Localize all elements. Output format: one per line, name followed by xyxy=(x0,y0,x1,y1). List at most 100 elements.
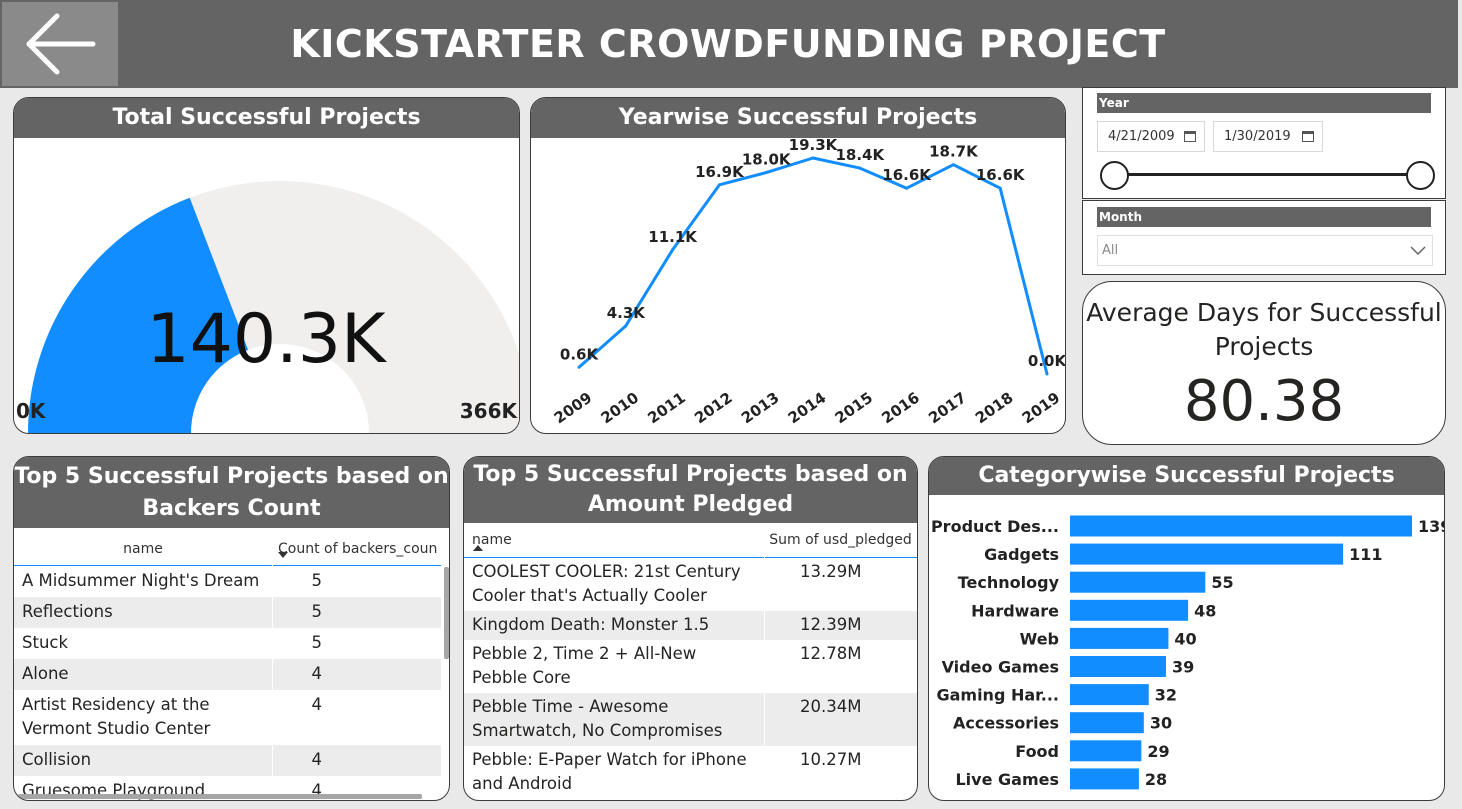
backers-table: name Count of backers_coun A Midsummer N… xyxy=(14,528,441,800)
cell-name: Kingdom Death: Monster 1.5 xyxy=(472,614,710,634)
year-slicer[interactable]: Year 4/21/2009 1/30/2019 xyxy=(1082,87,1446,199)
cell-count: 5 xyxy=(311,570,323,590)
column-header-amount[interactable]: Sum of usd_pledged xyxy=(764,523,917,557)
cell-name: Reflections xyxy=(22,601,113,621)
data-label: 16.9K xyxy=(695,163,745,181)
cell-amount: 12.39M xyxy=(800,614,862,634)
card-title: Top 5 Successful Projects based on Amoun… xyxy=(464,457,917,523)
month-slicer: Month All xyxy=(1082,200,1446,275)
cell-amount: 20.34M xyxy=(800,696,862,716)
x-tick-label: 2015 xyxy=(832,389,877,428)
column-header-name[interactable]: name xyxy=(464,523,764,557)
cell-name: Pebble 2, Time 2 + All-New Pebble Core xyxy=(472,643,697,687)
cell-name: Alone xyxy=(22,663,69,683)
x-tick-label: 2011 xyxy=(644,389,689,428)
line-point xyxy=(717,183,721,187)
top-backers-card: Top 5 Successful Projects based on Backe… xyxy=(13,456,450,801)
line-point xyxy=(764,171,768,175)
x-tick-label: 2010 xyxy=(598,389,643,428)
avg-days-card: Average Days for Successful Projects 80.… xyxy=(1082,281,1446,445)
slicer-header: Year xyxy=(1097,93,1431,113)
calendar-icon[interactable] xyxy=(1184,131,1196,142)
table-row[interactable]: Pebble Time - Awesome Smartwatch, No Com… xyxy=(464,692,917,746)
back-button[interactable] xyxy=(2,2,118,86)
table-row[interactable]: Artist Residency at the Vermont Studio C… xyxy=(14,689,441,745)
data-label: 29 xyxy=(1147,742,1169,761)
bar xyxy=(1070,543,1344,565)
data-label: 40 xyxy=(1174,629,1196,648)
data-label: 0.6K xyxy=(560,345,600,363)
start-date-input[interactable]: 4/21/2009 xyxy=(1097,121,1205,152)
data-label: 18.0K xyxy=(742,151,792,169)
line-point xyxy=(671,248,675,252)
x-tick-label: 2016 xyxy=(878,389,923,428)
total-projects-card: Total Successful Projects 140.3K 0K 366K xyxy=(13,97,520,434)
x-tick-label: 2009 xyxy=(551,389,596,428)
table-row[interactable]: Collision 4 xyxy=(14,744,441,776)
kpi-value: 80.38 xyxy=(1183,369,1345,434)
table-row[interactable]: Alone 4 xyxy=(14,658,441,690)
bar xyxy=(1070,571,1206,593)
bar xyxy=(1070,656,1166,677)
vertical-scrollbar[interactable] xyxy=(444,567,449,659)
table-row[interactable]: Reflections 5 xyxy=(14,596,441,628)
card-title: Categorywise Successful Projects xyxy=(929,457,1444,495)
column-header-name[interactable]: name xyxy=(14,528,272,565)
table-row[interactable]: Kingdom Death: Monster 1.5 12.39M xyxy=(464,610,917,640)
gauge-max-label: 366K xyxy=(460,399,519,423)
month-dropdown[interactable]: All xyxy=(1097,235,1433,266)
data-label: 16.6K xyxy=(976,166,1026,184)
cell-name: Stuck xyxy=(22,632,69,652)
sort-asc-icon xyxy=(473,545,483,551)
horizontal-scrollbar[interactable] xyxy=(18,794,422,799)
column-header-count[interactable]: Count of backers_coun xyxy=(272,528,441,565)
gauge-chart: 140.3K 0K 366K xyxy=(16,181,519,433)
category-label: Food xyxy=(1015,742,1059,761)
bar-chart: Product Des... 139 Gadgets 111 Technology 55 H… xyxy=(931,515,1444,790)
yearwise-projects-card: Yearwise Successful Projects 0.6K 2009 4.3… xyxy=(530,97,1066,434)
data-label: 32 xyxy=(1155,686,1177,705)
cell-name: Collision xyxy=(22,749,92,769)
category-label: Gaming Har... xyxy=(936,686,1059,705)
category-label: Gadgets xyxy=(984,545,1059,564)
cell-count: 5 xyxy=(311,601,323,621)
cell-name: Pebble: E-Paper Watch for iPhone and And… xyxy=(472,749,747,793)
range-start-handle[interactable] xyxy=(1100,161,1129,190)
range-end-handle[interactable] xyxy=(1406,161,1435,190)
category-label: Hardware xyxy=(971,601,1059,620)
calendar-icon[interactable] xyxy=(1302,131,1314,142)
cell-count: 4 xyxy=(311,749,323,769)
cell-count: 4 xyxy=(311,663,323,683)
category-label: Product Des... xyxy=(931,517,1059,536)
data-label: 18.4K xyxy=(835,146,885,164)
table-row[interactable]: Pebble 2, Time 2 + All-New Pebble Core 12… xyxy=(464,639,917,693)
page-title: KICKSTARTER CROWDFUNDING PROJECT xyxy=(290,22,1166,66)
bar xyxy=(1070,627,1169,649)
cell-amount: 10.27M xyxy=(800,749,862,769)
data-label: 19.3K xyxy=(789,138,839,154)
bar xyxy=(1070,599,1189,621)
kpi-label: Average Days for Successful Projects xyxy=(1086,298,1442,361)
line-point xyxy=(951,163,955,167)
end-date-input[interactable]: 1/30/2019 xyxy=(1213,121,1323,152)
table-row[interactable]: Pebble: E-Paper Watch for iPhone and And… xyxy=(464,745,917,799)
x-tick-label: 2017 xyxy=(925,389,970,428)
table-row[interactable]: COOLEST COOLER: 21st Century Cooler that… xyxy=(464,557,917,611)
table-row[interactable]: Stuck 5 xyxy=(14,627,441,659)
cell-name: Pebble Time - Awesome Smartwatch, No Com… xyxy=(472,696,723,740)
cell-amount: 12.78M xyxy=(800,643,862,663)
cell-count: 5 xyxy=(311,632,323,652)
line-point xyxy=(1045,372,1049,376)
data-label: 0.0K xyxy=(1028,352,1065,370)
data-label: 139 xyxy=(1418,517,1444,536)
x-tick-label: 2019 xyxy=(1019,389,1064,428)
data-label: 30 xyxy=(1150,714,1172,733)
data-label: 11.1K xyxy=(648,228,698,246)
bar xyxy=(1070,712,1144,734)
line-point xyxy=(905,186,909,190)
cell-name: Artist Residency at the Vermont Studio C… xyxy=(22,694,211,738)
table-row[interactable]: A Midsummer Night's Dream 5 xyxy=(14,565,441,597)
category-label: Video Games xyxy=(942,658,1059,677)
category-label: Accessories xyxy=(953,714,1059,733)
arrow-left-icon xyxy=(26,13,96,75)
